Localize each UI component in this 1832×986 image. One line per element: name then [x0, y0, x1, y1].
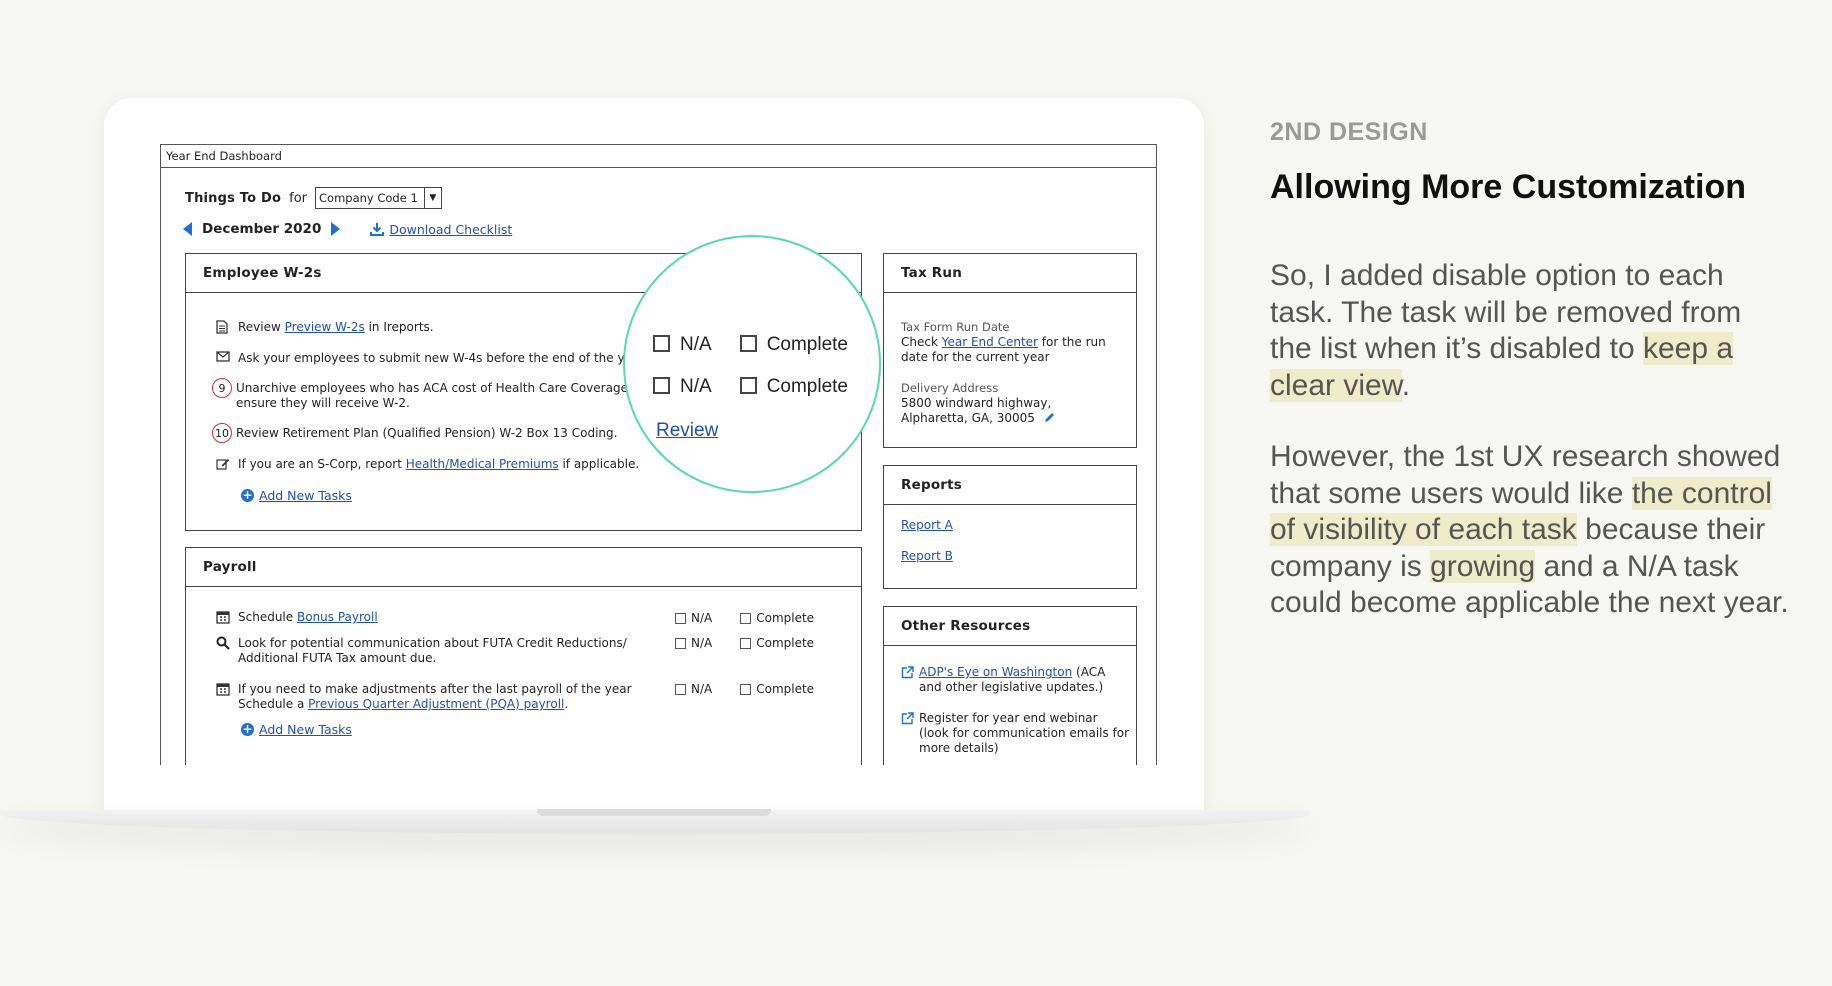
laptop-notch: [537, 809, 771, 816]
zoom-checks-row: N/A Complete: [653, 376, 848, 398]
design-title: Allowing More Customization: [1270, 168, 1746, 206]
task-scorp: If you are an S-Corp, report Health/Medi…: [216, 457, 639, 472]
envelope-icon: [216, 351, 230, 362]
company-select-value: Company Code 1: [319, 191, 418, 205]
prev-month-icon[interactable]: [183, 222, 192, 236]
review-link[interactable]: Review: [656, 420, 718, 442]
tax-run-title: Tax Run: [884, 254, 1136, 293]
adp-eye-link[interactable]: ADP's Eye on Washington: [919, 665, 1072, 679]
year-end-center-link[interactable]: Year End Center: [942, 335, 1038, 349]
task-bonus-payroll: Schedule Bonus Payroll: [216, 610, 378, 625]
add-new-tasks-payroll[interactable]: + Add New Tasks: [241, 722, 352, 737]
month-nav: December 2020 Download Checklist: [183, 221, 512, 237]
calendar-icon: [216, 611, 230, 624]
resource-item: ADP's Eye on Washington (ACA and other le…: [901, 665, 1105, 695]
na-checkbox[interactable]: N/A: [675, 682, 712, 696]
description-paragraph-1: So, I added disable option to each task.…: [1270, 259, 1742, 402]
delivery-address: Delivery Address 5800 windward highway, …: [901, 381, 1056, 426]
task-text: If you are an S-Corp, report Health/Medi…: [238, 457, 640, 471]
task-pqa: If you need to make adjustments after th…: [216, 682, 632, 712]
report-a-link[interactable]: Report A: [901, 518, 953, 532]
complete-checkbox[interactable]: Complete: [740, 682, 814, 696]
month-label: December 2020: [202, 221, 322, 237]
task-text: Review Preview W-2s in Ireports.: [238, 320, 434, 334]
number-badge-icon: 10: [212, 423, 232, 443]
plus-icon: +: [241, 722, 254, 736]
chevron-down-icon[interactable]: ▼: [423, 188, 441, 208]
complete-checkbox[interactable]: Complete: [739, 376, 848, 398]
payroll-panel: Payroll Schedule Bonus Payroll N/A Compl…: [185, 547, 862, 765]
document-icon: [216, 320, 228, 334]
pqa-payroll-link[interactable]: Previous Quarter Adjustment (PQA) payrol…: [308, 697, 564, 711]
task-unarchive: 9 Unarchive employees who has ACA cost o…: [212, 378, 637, 411]
other-resources-panel: Other Resources ADP's Eye on Washington …: [883, 606, 1137, 765]
plus-icon: +: [241, 488, 254, 502]
task-text: Review Retirement Plan (Qualified Pensio…: [236, 426, 618, 440]
complete-checkbox[interactable]: Complete: [740, 611, 814, 625]
download-checklist[interactable]: Download Checklist: [370, 222, 512, 237]
external-link-icon: [901, 712, 914, 725]
description-paragraph-2: However, the 1st UX research showed that…: [1270, 440, 1789, 619]
task-checks: N/A Complete: [675, 636, 814, 650]
company-select[interactable]: Company Code 1 ▼: [315, 187, 442, 209]
task-retirement: 10 Review Retirement Plan (Qualified Pen…: [212, 423, 618, 443]
dashboard-screen: Year End Dashboard Things To Do for Comp…: [160, 144, 1157, 765]
payroll-title: Payroll: [186, 548, 861, 587]
resource-item: Register for year end webinar (look for c…: [901, 711, 1129, 756]
task-text: If you need to make adjustments after th…: [238, 682, 632, 711]
reports-title: Reports: [884, 466, 1136, 505]
task-review-w2: Review Preview W-2s in Ireports.: [216, 320, 434, 335]
task-text: Unarchive employees who has ACA cost of …: [236, 381, 637, 410]
bonus-payroll-link[interactable]: Bonus Payroll: [297, 610, 378, 624]
add-new-tasks-w2[interactable]: + Add New Tasks: [241, 488, 352, 503]
edit-icon: [216, 459, 230, 470]
preview-w2s-link[interactable]: Preview W-2s: [285, 320, 365, 334]
task-checks: N/A Complete: [675, 611, 814, 625]
na-checkbox[interactable]: N/A: [653, 376, 712, 398]
task-futa: Look for potential communication about F…: [216, 636, 627, 666]
report-b-link[interactable]: Report B: [901, 549, 953, 563]
task-text: Ask your employees to submit new W-4s be…: [238, 351, 640, 365]
things-to-do-row: Things To Do for Company Code 1 ▼: [185, 187, 442, 209]
complete-checkbox[interactable]: Complete: [740, 636, 814, 650]
external-link-icon: [901, 666, 914, 679]
download-checklist-link[interactable]: Download Checklist: [389, 222, 512, 237]
task-w4: Ask your employees to submit new W-4s be…: [216, 351, 639, 366]
next-month-icon[interactable]: [331, 222, 341, 236]
design-caption: 2ND DESIGN: [1270, 118, 1428, 146]
task-text: Look for potential communication about F…: [238, 636, 627, 665]
zoom-checks-row: N/A Complete: [653, 334, 848, 356]
delivery-label: Delivery Address: [901, 381, 999, 395]
task-text: Schedule Bonus Payroll: [238, 610, 378, 624]
other-resources-title: Other Resources: [884, 607, 1136, 646]
task-checks: N/A Complete: [675, 682, 814, 696]
form-date-label: Tax Form Run Date: [901, 320, 1010, 334]
health-premiums-link[interactable]: Health/Medical Premiums: [406, 457, 559, 471]
search-icon: [216, 636, 230, 650]
reports-panel: Reports Report A Report B: [883, 465, 1137, 589]
window-title: Year End Dashboard: [161, 145, 1156, 168]
complete-checkbox[interactable]: Complete: [739, 334, 848, 356]
zoom-magnifier: N/A Complete N/A Complete Review: [623, 235, 881, 493]
things-to-do-label: Things To Do: [185, 190, 282, 206]
download-icon: [370, 223, 385, 236]
tax-run-info: Tax Form Run Date Check Year End Center …: [901, 320, 1106, 364]
for-label: for: [289, 190, 307, 206]
tax-run-panel: Tax Run Tax Form Run Date Check Year End…: [883, 253, 1137, 448]
pencil-icon[interactable]: [1043, 411, 1056, 424]
na-checkbox[interactable]: N/A: [675, 611, 712, 625]
na-checkbox[interactable]: N/A: [675, 636, 712, 650]
number-badge-icon: 9: [212, 378, 232, 398]
calendar-icon: [216, 683, 230, 696]
na-checkbox[interactable]: N/A: [653, 334, 712, 356]
